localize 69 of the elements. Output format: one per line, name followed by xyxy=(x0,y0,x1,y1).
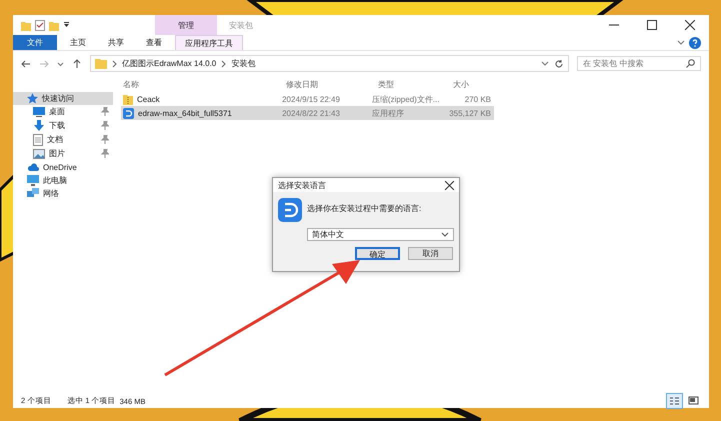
file-row[interactable]: Ceack 2024/9/15 22:49 压缩(zipped)文件... 270 KB xyxy=(121,92,494,106)
ribbon-tab[interactable]: 文件 xyxy=(13,35,57,50)
file-name: edraw-max_64bit_full5371 xyxy=(138,108,232,118)
file-row[interactable]: edraw-max_64bit_full5371 2024/8/22 21:43 应用程序 355,127 KB xyxy=(121,106,494,120)
pin-icon[interactable] xyxy=(101,149,109,158)
table-cell-text: 2024/9/15 22:49 xyxy=(281,94,341,104)
chevron-right-icon xyxy=(112,60,117,68)
chevron-down-icon[interactable] xyxy=(677,38,685,46)
sidebar-item[interactable]: 网络 xyxy=(13,187,113,200)
help-icon[interactable] xyxy=(689,36,701,48)
sidebar-item[interactable]: 图片 xyxy=(13,147,113,160)
table-cell-text: 压缩(zipped)文件... xyxy=(370,94,440,104)
sidebar-item[interactable]: 文档 xyxy=(13,133,113,146)
column-header[interactable]: 类型 xyxy=(376,78,451,90)
file-name: Ceack xyxy=(137,94,160,104)
cloud-icon xyxy=(27,163,39,172)
search-field[interactable]: 在 安装包 中搜索 xyxy=(577,56,701,71)
close-icon[interactable] xyxy=(445,180,454,190)
sidebar-item[interactable]: 下载 xyxy=(13,119,113,132)
table-cell-text: 355,127 KB xyxy=(448,108,492,118)
refresh-icon[interactable] xyxy=(554,58,564,68)
table-cell-text: 2024/8/22 21:43 xyxy=(281,108,341,118)
details-view-icon[interactable] xyxy=(667,394,682,408)
chevron-down-icon xyxy=(441,232,449,238)
monitor-icon xyxy=(33,106,45,116)
document-icon xyxy=(33,134,43,146)
table-cell-text: 270 KB xyxy=(464,94,492,104)
network-icon xyxy=(27,188,39,199)
sidebar-item[interactable]: 此电脑 xyxy=(13,174,113,187)
checklist-icon[interactable] xyxy=(35,20,45,30)
down-arrow-icon xyxy=(33,120,45,131)
column-header[interactable]: 大小 xyxy=(451,78,500,90)
dialog-title: 选择安装语言 xyxy=(278,180,326,190)
monitor-icon xyxy=(27,175,39,186)
window-title: 安装包 xyxy=(229,20,253,30)
dialog-button[interactable]: 取消 xyxy=(408,247,453,260)
chevron-down-icon[interactable] xyxy=(541,60,549,68)
picture-icon xyxy=(33,148,45,158)
close-icon[interactable] xyxy=(685,20,695,30)
contextual-group-label: 管理 xyxy=(155,15,217,35)
sidebar-item[interactable]: 桌面 xyxy=(13,105,113,118)
table-cell-text: 应用程序 xyxy=(370,108,405,118)
ribbon-tab[interactable]: 主页 xyxy=(61,35,95,50)
app-icon xyxy=(123,108,134,118)
address-bar[interactable]: 亿图图示EdrawMax 14.0.0 安装包 xyxy=(90,55,569,72)
sidebar-item[interactable]: OneDrive xyxy=(13,161,113,174)
maximize-icon[interactable] xyxy=(647,20,657,30)
column-header[interactable]: 修改日期 xyxy=(284,78,376,90)
breadcrumb-item[interactable]: 安装包 xyxy=(231,58,256,69)
pin-icon[interactable] xyxy=(101,135,109,144)
back-arrow-icon[interactable] xyxy=(21,58,31,68)
chevron-right-icon xyxy=(221,60,226,68)
up-arrow-icon[interactable] xyxy=(72,58,82,68)
language-dropdown[interactable]: 简体中文 xyxy=(307,228,454,241)
sidebar-item[interactable]: 快速访问 xyxy=(13,92,113,105)
pin-icon[interactable] xyxy=(101,121,109,130)
ribbon-tab[interactable]: 共享 xyxy=(99,35,133,50)
search-icon[interactable] xyxy=(686,59,695,68)
star-icon xyxy=(27,93,38,104)
dialog-prompt: 选择你在安装过程中需要的语言: xyxy=(307,203,422,214)
column-header[interactable]: 名称 xyxy=(121,78,284,90)
folder-icon xyxy=(95,58,107,69)
pin-icon[interactable] xyxy=(101,107,109,116)
dialog-button[interactable]: 确定 xyxy=(355,247,400,260)
ribbon-tab[interactable]: 应用程序工具 xyxy=(175,35,243,50)
ribbon-tab[interactable]: 查看 xyxy=(137,35,171,50)
breadcrumb-item[interactable]: 亿图图示EdrawMax 14.0.0 xyxy=(122,58,216,69)
zip-folder-icon xyxy=(123,94,133,104)
app-icon xyxy=(278,198,302,222)
